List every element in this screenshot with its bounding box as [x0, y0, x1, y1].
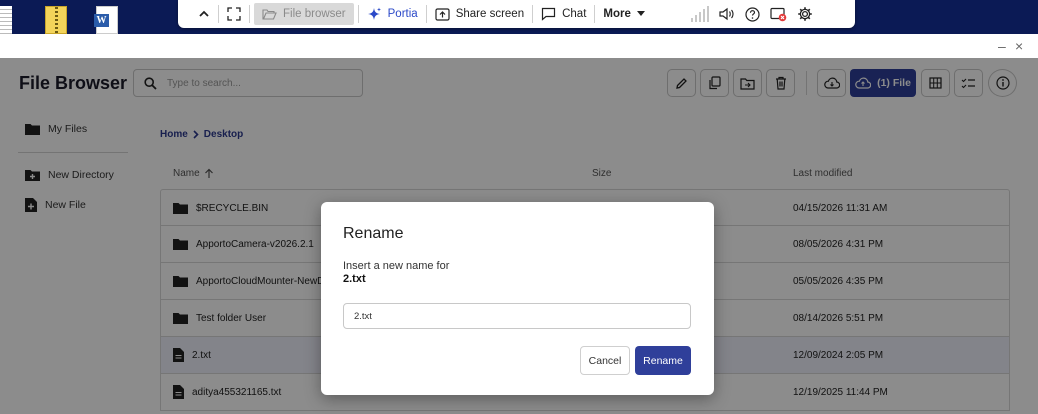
- toolbar-status-group: [690, 6, 813, 22]
- chat-button[interactable]: Chat: [533, 3, 594, 25]
- caret-down-icon: [636, 11, 645, 16]
- help-icon[interactable]: [745, 6, 760, 22]
- collapse-toolbar-button[interactable]: [190, 3, 218, 25]
- more-menu-button[interactable]: More: [595, 3, 652, 25]
- folder-open-icon: [262, 9, 277, 20]
- text-file-desktop-icon[interactable]: [0, 6, 12, 34]
- new-name-input[interactable]: [343, 303, 691, 329]
- portia-label: Portia: [387, 8, 418, 20]
- portia-button[interactable]: Portia: [359, 3, 426, 25]
- share-screen-label: Share screen: [455, 8, 525, 20]
- dialog-title: Rename: [343, 225, 404, 242]
- word-document-desktop-icon[interactable]: W: [94, 6, 118, 34]
- rename-dialog: Rename Insert a new name for 2.txt Cance…: [321, 202, 714, 395]
- signal-strength-icon: [690, 6, 709, 22]
- file-browser-button[interactable]: File browser: [254, 3, 354, 25]
- close-button[interactable]: ×: [1015, 38, 1023, 54]
- chevron-up-icon: [199, 10, 209, 17]
- dialog-message: Insert a new name for: [343, 260, 450, 272]
- minimize-button[interactable]: –: [998, 38, 1006, 54]
- more-label: More: [603, 8, 631, 20]
- chat-label: Chat: [562, 8, 587, 20]
- cancel-button[interactable]: Cancel: [580, 346, 630, 375]
- dialog-filename: 2.txt: [343, 273, 366, 285]
- gear-icon[interactable]: [797, 6, 813, 22]
- fullscreen-button[interactable]: [219, 3, 249, 25]
- speaker-icon[interactable]: [719, 7, 735, 21]
- screen-record-stop-icon[interactable]: [770, 7, 787, 22]
- sparkle-icon: [367, 7, 381, 20]
- share-screen-button[interactable]: Share screen: [427, 3, 532, 25]
- chat-bubble-icon: [541, 7, 556, 21]
- window-titlebar: – ×: [0, 34, 1038, 58]
- remote-session-toolbar: File browser Portia Share screen Chat Mo…: [178, 0, 855, 28]
- rename-confirm-button[interactable]: Rename: [635, 346, 691, 375]
- file-browser-label: File browser: [283, 8, 346, 20]
- toolbar-separator: [249, 5, 250, 23]
- share-screen-icon: [435, 7, 450, 21]
- zip-archive-desktop-icon[interactable]: [45, 6, 67, 34]
- fullscreen-icon: [227, 7, 241, 21]
